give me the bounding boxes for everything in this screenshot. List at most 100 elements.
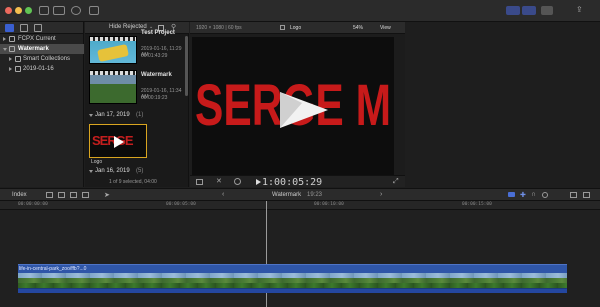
ruler-tick-label: 00:00:15:00 (462, 202, 492, 207)
clip-browser: Hide Rejected ⌄ ⚲ Test Project 2019-01-1… (85, 22, 189, 187)
film-strip-icon (90, 71, 136, 75)
sidebar-item-fcpx-current[interactable]: FCPX Current (0, 34, 84, 44)
connect-clip-icon[interactable] (46, 192, 53, 198)
titles-icon[interactable] (34, 24, 42, 32)
timeline-clip-name: life-in-central-park_zoo/ffb?...0 (19, 266, 87, 272)
sidebar-item-label: 2019-01-16 (23, 66, 54, 72)
append-clip-icon[interactable] (70, 192, 77, 198)
play-button[interactable] (256, 179, 261, 185)
event-date: Jan 16, 2019 (95, 168, 130, 174)
timeline-ruler[interactable]: 00:00:00:00 00:00:05:00 00:00:10:00 00:0… (0, 201, 600, 210)
clip-duration: 00:00:19:23 (141, 95, 168, 101)
close-window-button[interactable] (5, 7, 12, 14)
disclosure-triangle-icon[interactable] (3, 48, 7, 51)
timecode-display[interactable]: 1:00:05:29 (262, 177, 322, 188)
viewer-footer: ✕ 1:00:05:29 ⤢ (190, 175, 405, 188)
clip-thumbnail[interactable] (89, 36, 137, 64)
event-date-row[interactable]: Jan 16, 2019 (5) (85, 166, 189, 176)
library-icon (9, 36, 15, 42)
clip-title: Test Project (141, 30, 175, 36)
clip-type-icon (280, 25, 285, 30)
libraries-icon[interactable] (5, 24, 14, 32)
sidebar-item-watermark[interactable]: Watermark (0, 44, 84, 54)
video-frame[interactable]: SERGE M (192, 37, 394, 185)
event-count: (5) (136, 168, 144, 174)
filmstrip-sky (18, 273, 567, 278)
snapping-icon[interactable]: ✚ (520, 191, 526, 199)
transform-icon[interactable] (196, 179, 203, 185)
event-count: (1) (136, 112, 144, 118)
select-tool-icon[interactable]: ➤ (104, 191, 110, 199)
enhance-icon[interactable]: ✕ (216, 177, 222, 185)
disclosure-triangle-icon[interactable] (9, 57, 12, 61)
audio-skimming-icon[interactable] (508, 192, 515, 197)
index-button[interactable]: Index (12, 192, 27, 198)
share-export-icon[interactable]: ⇪ (576, 5, 586, 14)
project-duration: 19:23 (307, 192, 323, 198)
ruler-tick-label: 00:00:00:00 (18, 202, 48, 207)
inspector-area (406, 22, 600, 187)
clip-appearance-icon[interactable] (570, 192, 577, 198)
viewer-header: 1920 × 1080 | 60 fps Logo 54% View (190, 22, 405, 34)
thumbnail-subject (97, 44, 129, 62)
libraries-sidebar: FCPX Current Watermark Smart Collections… (0, 22, 84, 187)
zoom-popup[interactable]: 54% (353, 25, 363, 31)
viewer-title: Logo (290, 25, 302, 31)
show-inspector-toggle[interactable] (541, 6, 553, 15)
show-timeline-toggle[interactable] (522, 6, 536, 15)
event-icon (15, 66, 21, 72)
sidebar-item-smart-collections[interactable]: Smart Collections (0, 54, 84, 64)
zoom-window-button[interactable] (25, 7, 32, 14)
browser-scrollbar[interactable] (185, 36, 188, 96)
share-icon[interactable] (89, 6, 99, 15)
app-toolbar: ⇪ (0, 0, 600, 22)
disclosure-triangle-icon[interactable] (3, 37, 6, 41)
event-date: Jan 17, 2019 (95, 112, 130, 118)
back-arrow-icon[interactable]: ‹ (222, 191, 224, 198)
forward-arrow-icon[interactable]: › (380, 191, 382, 198)
speed-icon[interactable] (234, 178, 241, 185)
viewer-panel: 1920 × 1080 | 60 fps Logo 54% View SERGE… (190, 22, 405, 187)
view-menu[interactable]: View (380, 25, 391, 31)
disclosure-triangle-icon[interactable] (9, 67, 12, 71)
format-info: 1920 × 1080 | 60 fps (196, 25, 242, 31)
clip-title: Watermark (141, 72, 172, 78)
disclosure-triangle-icon[interactable] (89, 170, 93, 173)
clip-thumbnail-logo[interactable]: SERGE (89, 124, 147, 158)
thumbnail-logo-text: SERGE (92, 133, 134, 148)
minimize-window-button[interactable] (15, 7, 22, 14)
ruler-tick-label: 00:00:05:00 (166, 202, 196, 207)
effects-browser-icon[interactable] (583, 192, 590, 198)
disclosure-triangle-icon[interactable] (89, 114, 93, 117)
sidebar-item-event-2019-01-16[interactable]: 2019-01-16 (0, 64, 84, 74)
sidebar-item-label: Watermark (18, 46, 49, 52)
clip-label: Logo (91, 159, 103, 165)
sidebar-item-label: Smart Collections (23, 56, 71, 62)
show-browser-toggle[interactable] (506, 6, 520, 15)
timeline-clip-filmstrip[interactable] (18, 273, 567, 289)
timeline-clip[interactable]: life-in-central-park_zoo/ffb?...0 (18, 264, 567, 273)
insert-clip-icon[interactable] (58, 192, 65, 198)
clip-thumbnail[interactable] (89, 70, 137, 104)
keyword-icon[interactable] (53, 6, 65, 15)
photos-icon[interactable] (20, 24, 28, 32)
fullscreen-icon[interactable]: ⤢ (393, 178, 399, 186)
sidebar-header (0, 22, 83, 34)
sidebar-item-label: FCPX Current (18, 36, 56, 42)
project-name: Watermark (272, 192, 302, 198)
ruler-tick-label: 00:00:10:00 (314, 202, 344, 207)
checkmark-icon[interactable] (71, 6, 81, 15)
clip-duration: 00:01:43:29 (141, 53, 168, 59)
event-date-row[interactable]: Jan 17, 2019 (1) (85, 110, 189, 120)
folder-icon (15, 56, 21, 62)
headphones-icon[interactable]: ∩ (531, 191, 536, 198)
film-strip-icon (90, 37, 136, 41)
video-content: SERGE M (195, 73, 391, 138)
library-icon (9, 46, 15, 52)
timeline-clip-audio[interactable] (18, 289, 567, 293)
overwrite-clip-icon[interactable] (82, 192, 89, 198)
play-icon (114, 136, 124, 148)
import-icon[interactable] (39, 6, 49, 15)
solo-icon[interactable] (542, 192, 548, 198)
selection-status: 1 of 9 selected, 04:00 (109, 179, 157, 185)
